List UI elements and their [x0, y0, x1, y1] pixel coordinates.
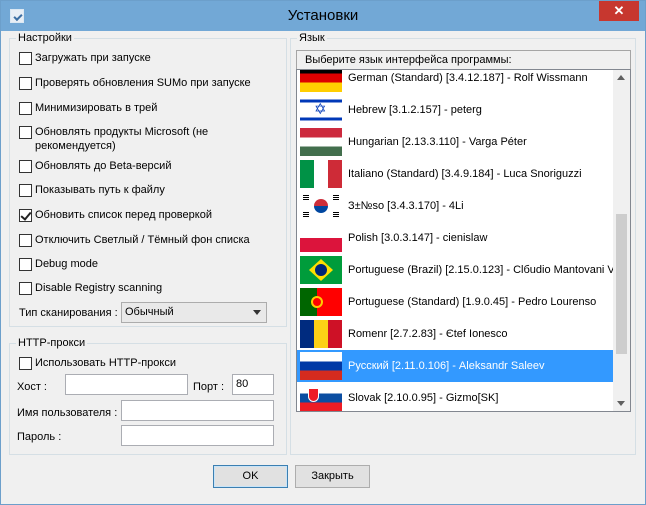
language-item-label: Hungarian [2.13.3.110] - Varga Péter	[348, 136, 527, 148]
language-item-hungarian[interactable]: Hungarian [2.13.3.110] - Varga Péter	[297, 126, 613, 158]
language-list[interactable]: German (Standard) [3.4.12.187] - Rolf Wi…	[296, 69, 631, 412]
checkbox[interactable]	[19, 258, 32, 271]
option-debug-mode[interactable]: Debug mode	[19, 257, 98, 271]
ok-button[interactable]: OK	[213, 465, 288, 488]
option-label: Проверять обновления SUMo при запуске	[35, 77, 251, 89]
hungary-flag-icon	[300, 128, 342, 156]
language-item-german[interactable]: German (Standard) [3.4.12.187] - Rolf Wi…	[297, 70, 613, 94]
option-label: Показывать путь к файлу	[35, 184, 165, 196]
checkbox[interactable]	[19, 102, 32, 115]
option-label: Обновить список перед проверкой	[35, 209, 212, 221]
port-field[interactable]: 80	[232, 374, 274, 395]
checkbox[interactable]	[19, 282, 32, 295]
option-show-file-path[interactable]: Показывать путь к файлу	[19, 183, 165, 197]
checkbox[interactable]	[19, 77, 32, 90]
korea-flag-icon	[300, 192, 342, 220]
language-item-portuguese-brazil[interactable]: Portuguese (Brazil) [2.15.0.123] - Clбud…	[297, 254, 615, 286]
host-label: Хост :	[17, 381, 47, 393]
chevron-down-icon	[253, 310, 261, 315]
settings-dialog: Установки ✕ Настройки Загружать при запу…	[0, 0, 646, 505]
language-group-label: Язык	[297, 32, 327, 44]
language-item-label: Portuguese (Brazil) [2.15.0.123] - Clбud…	[348, 264, 615, 276]
israel-flag-icon: ✡	[300, 96, 342, 124]
slovakia-flag-icon	[300, 384, 342, 411]
checkbox[interactable]	[19, 184, 32, 197]
language-item-korean[interactable]: З±№so [3.4.3.170] - 4Li	[297, 190, 613, 222]
language-item-label: Romenr [2.7.2.83] - Єtef Ionesco	[348, 328, 508, 340]
language-item-label: German (Standard) [3.4.12.187] - Rolf Wi…	[348, 72, 588, 84]
language-group: Язык Выберите язык интерфейса программы:…	[290, 32, 636, 455]
romania-flag-icon	[300, 320, 342, 348]
language-item-label: З±№so [3.4.3.170] - 4Li	[348, 200, 464, 212]
brazil-flag-icon	[300, 256, 342, 284]
language-item-polish[interactable]: Polish [3.0.3.147] - cienislaw	[297, 222, 613, 254]
language-item-italian[interactable]: Italiano (Standard) [3.4.9.184] - Luca S…	[297, 158, 613, 190]
language-item-hebrew[interactable]: ✡ Hebrew [3.1.2.157] - peterg	[297, 94, 613, 126]
option-label: Использовать HTTP-прокси	[35, 357, 177, 369]
option-label: Disable Registry scanning	[35, 282, 163, 294]
option-check-updates-at-startup[interactable]: Проверять обновления SUMo при запуске	[19, 76, 251, 90]
option-label: Загружать при запуске	[35, 52, 151, 64]
option-minimize-to-tray[interactable]: Минимизировать в трей	[19, 101, 157, 115]
portugal-flag-icon	[300, 288, 342, 316]
scan-type-label: Тип сканирования :	[19, 307, 118, 319]
russia-flag-icon	[300, 352, 342, 380]
language-item-label: Slovak [2.10.0.95] - Gizmo[SK]	[348, 392, 499, 404]
checkbox[interactable]	[19, 52, 32, 65]
checkbox[interactable]	[19, 160, 32, 173]
language-list-scrollbar[interactable]	[613, 70, 630, 411]
language-item-romanian[interactable]: Romenr [2.7.2.83] - Єtef Ionesco	[297, 318, 613, 350]
language-item-label: Hebrew [3.1.2.157] - peterg	[348, 104, 482, 116]
language-item-russian[interactable]: Русский [2.11.0.106] - Aleksandr Saleev	[297, 350, 613, 382]
settings-group-label: Настройки	[16, 32, 74, 44]
port-label: Порт :	[193, 381, 225, 393]
scroll-down-icon[interactable]	[617, 401, 625, 406]
scrollbar-thumb[interactable]	[616, 214, 627, 354]
http-proxy-group-label: HTTP-прокси	[16, 337, 88, 349]
checkbox[interactable]	[19, 234, 32, 247]
option-disable-list-background[interactable]: Отключить Светлый / Тёмный фон списка	[19, 233, 250, 247]
http-proxy-group: HTTP-прокси Использовать HTTP-прокси Хос…	[9, 337, 287, 455]
settings-group: Настройки Загружать при запуске Проверят…	[9, 32, 287, 327]
username-label: Имя пользователя :	[17, 407, 118, 419]
language-item-label: Italiano (Standard) [3.4.9.184] - Luca S…	[348, 168, 582, 180]
password-label: Пароль :	[17, 431, 62, 443]
scan-type-dropdown[interactable]: Обычный	[121, 302, 267, 323]
italy-flag-icon	[300, 160, 342, 188]
option-disable-registry-scanning[interactable]: Disable Registry scanning	[19, 281, 162, 295]
language-item-portuguese-standard[interactable]: Portuguese (Standard) [1.9.0.45] - Pedro…	[297, 286, 613, 318]
host-field[interactable]	[65, 374, 188, 395]
language-item-slovak[interactable]: Slovak [2.10.0.95] - Gizmo[SK]	[297, 382, 613, 411]
germany-flag-icon	[300, 70, 342, 92]
option-use-http-proxy[interactable]: Использовать HTTP-прокси	[19, 356, 176, 370]
close-window-button[interactable]: ✕	[599, 1, 639, 21]
option-label: Минимизировать в трей	[35, 102, 158, 114]
checkbox-checked[interactable]	[19, 209, 32, 222]
language-list-header: Выберите язык интерфейса программы:	[296, 50, 631, 69]
username-field[interactable]	[121, 400, 274, 421]
language-item-label: Polish [3.0.3.147] - cienislaw	[348, 232, 488, 244]
close-button[interactable]: Закрыть	[295, 465, 370, 488]
password-field[interactable]	[121, 425, 274, 446]
checkbox[interactable]	[19, 126, 32, 139]
option-update-to-beta[interactable]: Обновлять до Beta-версий	[19, 159, 171, 173]
language-item-label: Portuguese (Standard) [1.9.0.45] - Pedro…	[348, 296, 597, 308]
option-label: Обновлять продукты Microsoft (не рекомен…	[35, 126, 209, 152]
poland-flag-icon	[300, 224, 342, 252]
scan-type-value: Обычный	[125, 306, 174, 318]
option-update-microsoft-products[interactable]: Обновлять продукты Microsoft (не рекомен…	[19, 125, 275, 153]
title-bar[interactable]: Установки ✕	[1, 1, 645, 31]
language-item-label: Русский [2.11.0.106] - Aleksandr Saleev	[348, 360, 545, 372]
option-label: Debug mode	[35, 258, 98, 270]
checkbox[interactable]	[19, 357, 32, 370]
scroll-up-icon[interactable]	[617, 75, 625, 80]
option-label: Обновлять до Beta-версий	[35, 160, 172, 172]
dialog-body: Настройки Загружать при запуске Проверят…	[8, 31, 638, 456]
option-label: Отключить Светлый / Тёмный фон списка	[35, 234, 250, 246]
window-title: Установки	[287, 7, 359, 24]
option-load-at-startup[interactable]: Загружать при запуске	[19, 51, 151, 65]
option-refresh-list-before-check[interactable]: Обновить список перед проверкой	[19, 208, 212, 222]
